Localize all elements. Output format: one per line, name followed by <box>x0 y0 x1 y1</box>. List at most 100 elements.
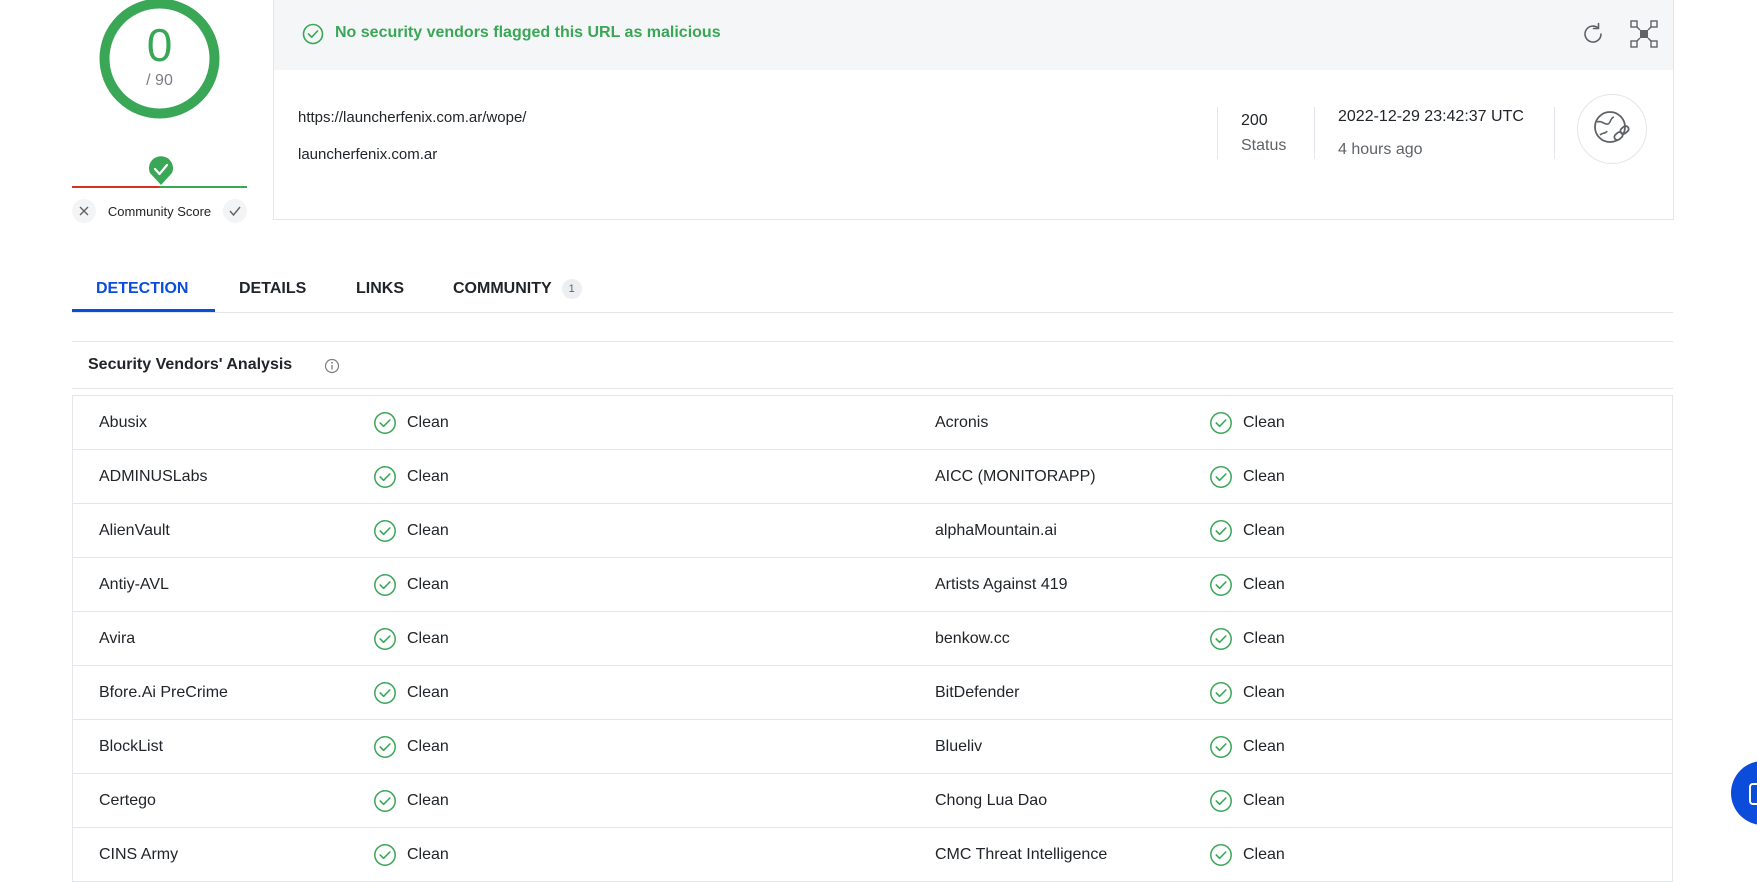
community-score-row: Community Score <box>72 198 247 224</box>
verdict-banner: No security vendors flagged this URL as … <box>274 0 1673 70</box>
check-circle-icon <box>1210 789 1232 812</box>
result-icon-cell <box>1209 558 1233 611</box>
vendor-name: Artists Against 419 <box>935 575 1068 593</box>
vendor-result: Clean <box>1243 629 1285 647</box>
result-icon-cell <box>373 558 397 611</box>
vendor-name: BitDefender <box>935 683 1020 701</box>
vendor-result: Clean <box>407 467 449 485</box>
vendor-name: Certego <box>99 791 156 809</box>
community-score-label: Community Score <box>107 203 212 219</box>
result-icon-cell <box>373 396 397 449</box>
vendor-result: Clean <box>407 791 449 809</box>
tab-links[interactable]: LINKS <box>356 266 404 312</box>
report-tabs: DETECTION DETAILS LINKS COMMUNITY 1 <box>72 266 1673 313</box>
vendor-result: Clean <box>407 737 449 755</box>
check-circle-icon <box>1210 411 1232 434</box>
divider <box>1554 107 1555 159</box>
scanned-domain[interactable]: launcherfenix.com.ar <box>298 146 437 163</box>
http-status-label: Status <box>1241 137 1287 154</box>
vendor-name: Antiy-AVL <box>99 575 169 593</box>
vendor-name: Chong Lua Dao <box>935 791 1048 809</box>
vendor-result: Clean <box>1243 791 1285 809</box>
vendors-section-title: Security Vendors' Analysis <box>88 356 293 373</box>
vendor-name: Blueliv <box>935 737 983 755</box>
vendor-result: Clean <box>407 521 449 539</box>
result-icon-cell <box>373 666 397 719</box>
info-icon[interactable] <box>324 358 340 374</box>
verdict-message: No security vendors flagged this URL as … <box>335 24 721 41</box>
result-icon-cell <box>373 828 397 881</box>
detection-score-ring: 0 / 90 <box>97 0 222 121</box>
vendor-result: Clean <box>1243 521 1285 539</box>
table-row: BlockList Clean Blueliv Clean <box>73 720 1672 774</box>
vendor-name: Avira <box>99 629 136 647</box>
result-icon-cell <box>373 504 397 557</box>
result-icon-cell <box>1209 450 1233 503</box>
check-circle-icon <box>1210 627 1232 650</box>
check-circle-icon <box>374 735 396 758</box>
check-circle-icon <box>1210 519 1232 542</box>
table-row: Antiy-AVL Clean Artists Against 419 Clean <box>73 558 1672 612</box>
vendor-result: Clean <box>1243 467 1285 485</box>
check-circle-icon <box>374 411 396 434</box>
vendor-result: Clean <box>407 575 449 593</box>
score-positives: 0 <box>146 19 173 71</box>
check-circle-icon <box>1210 573 1232 596</box>
result-icon-cell <box>1209 612 1233 665</box>
tab-label: COMMUNITY <box>453 280 552 297</box>
divider <box>1314 107 1315 159</box>
vendor-name: Abusix <box>99 413 148 431</box>
vendor-name: CMC Threat Intelligence <box>935 845 1108 863</box>
table-row: Bfore.Ai PreCrime Clean BitDefender Clean <box>73 666 1672 720</box>
vendor-name: Bfore.Ai PreCrime <box>99 683 228 701</box>
tab-label: LINKS <box>356 280 404 297</box>
result-icon-cell <box>1209 774 1233 827</box>
community-count-badge: 1 <box>561 279 582 299</box>
tab-community[interactable]: COMMUNITY 1 <box>453 266 582 312</box>
vendor-result: Clean <box>407 683 449 701</box>
last-analysis-date: 2022-12-29 23:42:37 UTC <box>1338 108 1524 125</box>
vendor-result: Clean <box>1243 413 1285 431</box>
check-icon <box>229 206 241 217</box>
divider <box>1217 107 1218 159</box>
check-circle-icon <box>374 789 396 812</box>
vote-harmless-button[interactable] <box>223 199 247 223</box>
vote-harmful-button[interactable] <box>72 199 96 223</box>
globe-link-icon <box>1594 111 1630 143</box>
result-icon-cell <box>1209 666 1233 719</box>
result-icon-cell <box>373 612 397 665</box>
tab-detection[interactable]: DETECTION <box>96 266 188 312</box>
tab-details[interactable]: DETAILS <box>239 266 306 312</box>
vendors-section-header: Security Vendors' Analysis <box>72 341 1673 389</box>
vendor-result: Clean <box>407 845 449 863</box>
check-circle-icon <box>374 627 396 650</box>
check-circle-icon <box>374 843 396 866</box>
vendor-name: CINS Army <box>99 845 179 863</box>
reanalyze-icon[interactable] <box>1579 20 1607 48</box>
check-circle-icon <box>1210 681 1232 704</box>
result-icon-cell <box>1209 720 1233 773</box>
chat-button[interactable] <box>1731 761 1757 825</box>
table-row: Avira Clean benkow.cc Clean <box>73 612 1672 666</box>
graph-icon[interactable] <box>1629 19 1659 49</box>
vendor-result: Clean <box>1243 575 1285 593</box>
table-row: CINS Army Clean CMC Threat Intelligence Cle… <box>73 828 1672 882</box>
check-circle-icon <box>1210 843 1232 866</box>
vendor-name: AICC (MONITORAPP) <box>935 467 1096 485</box>
table-row: AlienVault Clean alphaMountain.ai Clean <box>73 504 1672 558</box>
result-icon-cell <box>373 774 397 827</box>
vendor-name: Acronis <box>935 413 989 431</box>
vendor-result: Clean <box>407 629 449 647</box>
vendor-results-table: Abusix Clean Acronis Clean ADMINUSLabs Clean A… <box>72 395 1673 882</box>
table-row: ADMINUSLabs Clean AICC (MONITORAPP) Clean <box>73 450 1672 504</box>
vendor-name: ADMINUSLabs <box>99 467 208 485</box>
community-score-marker-icon <box>149 156 173 185</box>
check-circle-icon <box>374 681 396 704</box>
result-icon-cell <box>1209 504 1233 557</box>
tab-label: DETAILS <box>239 280 307 297</box>
url-type-avatar <box>1577 94 1647 164</box>
vendor-name: benkow.cc <box>935 629 1010 647</box>
scanned-url[interactable]: https://launcherfenix.com.ar/wope/ <box>298 109 526 126</box>
result-icon-cell <box>1209 396 1233 449</box>
check-circle-icon <box>374 519 396 542</box>
